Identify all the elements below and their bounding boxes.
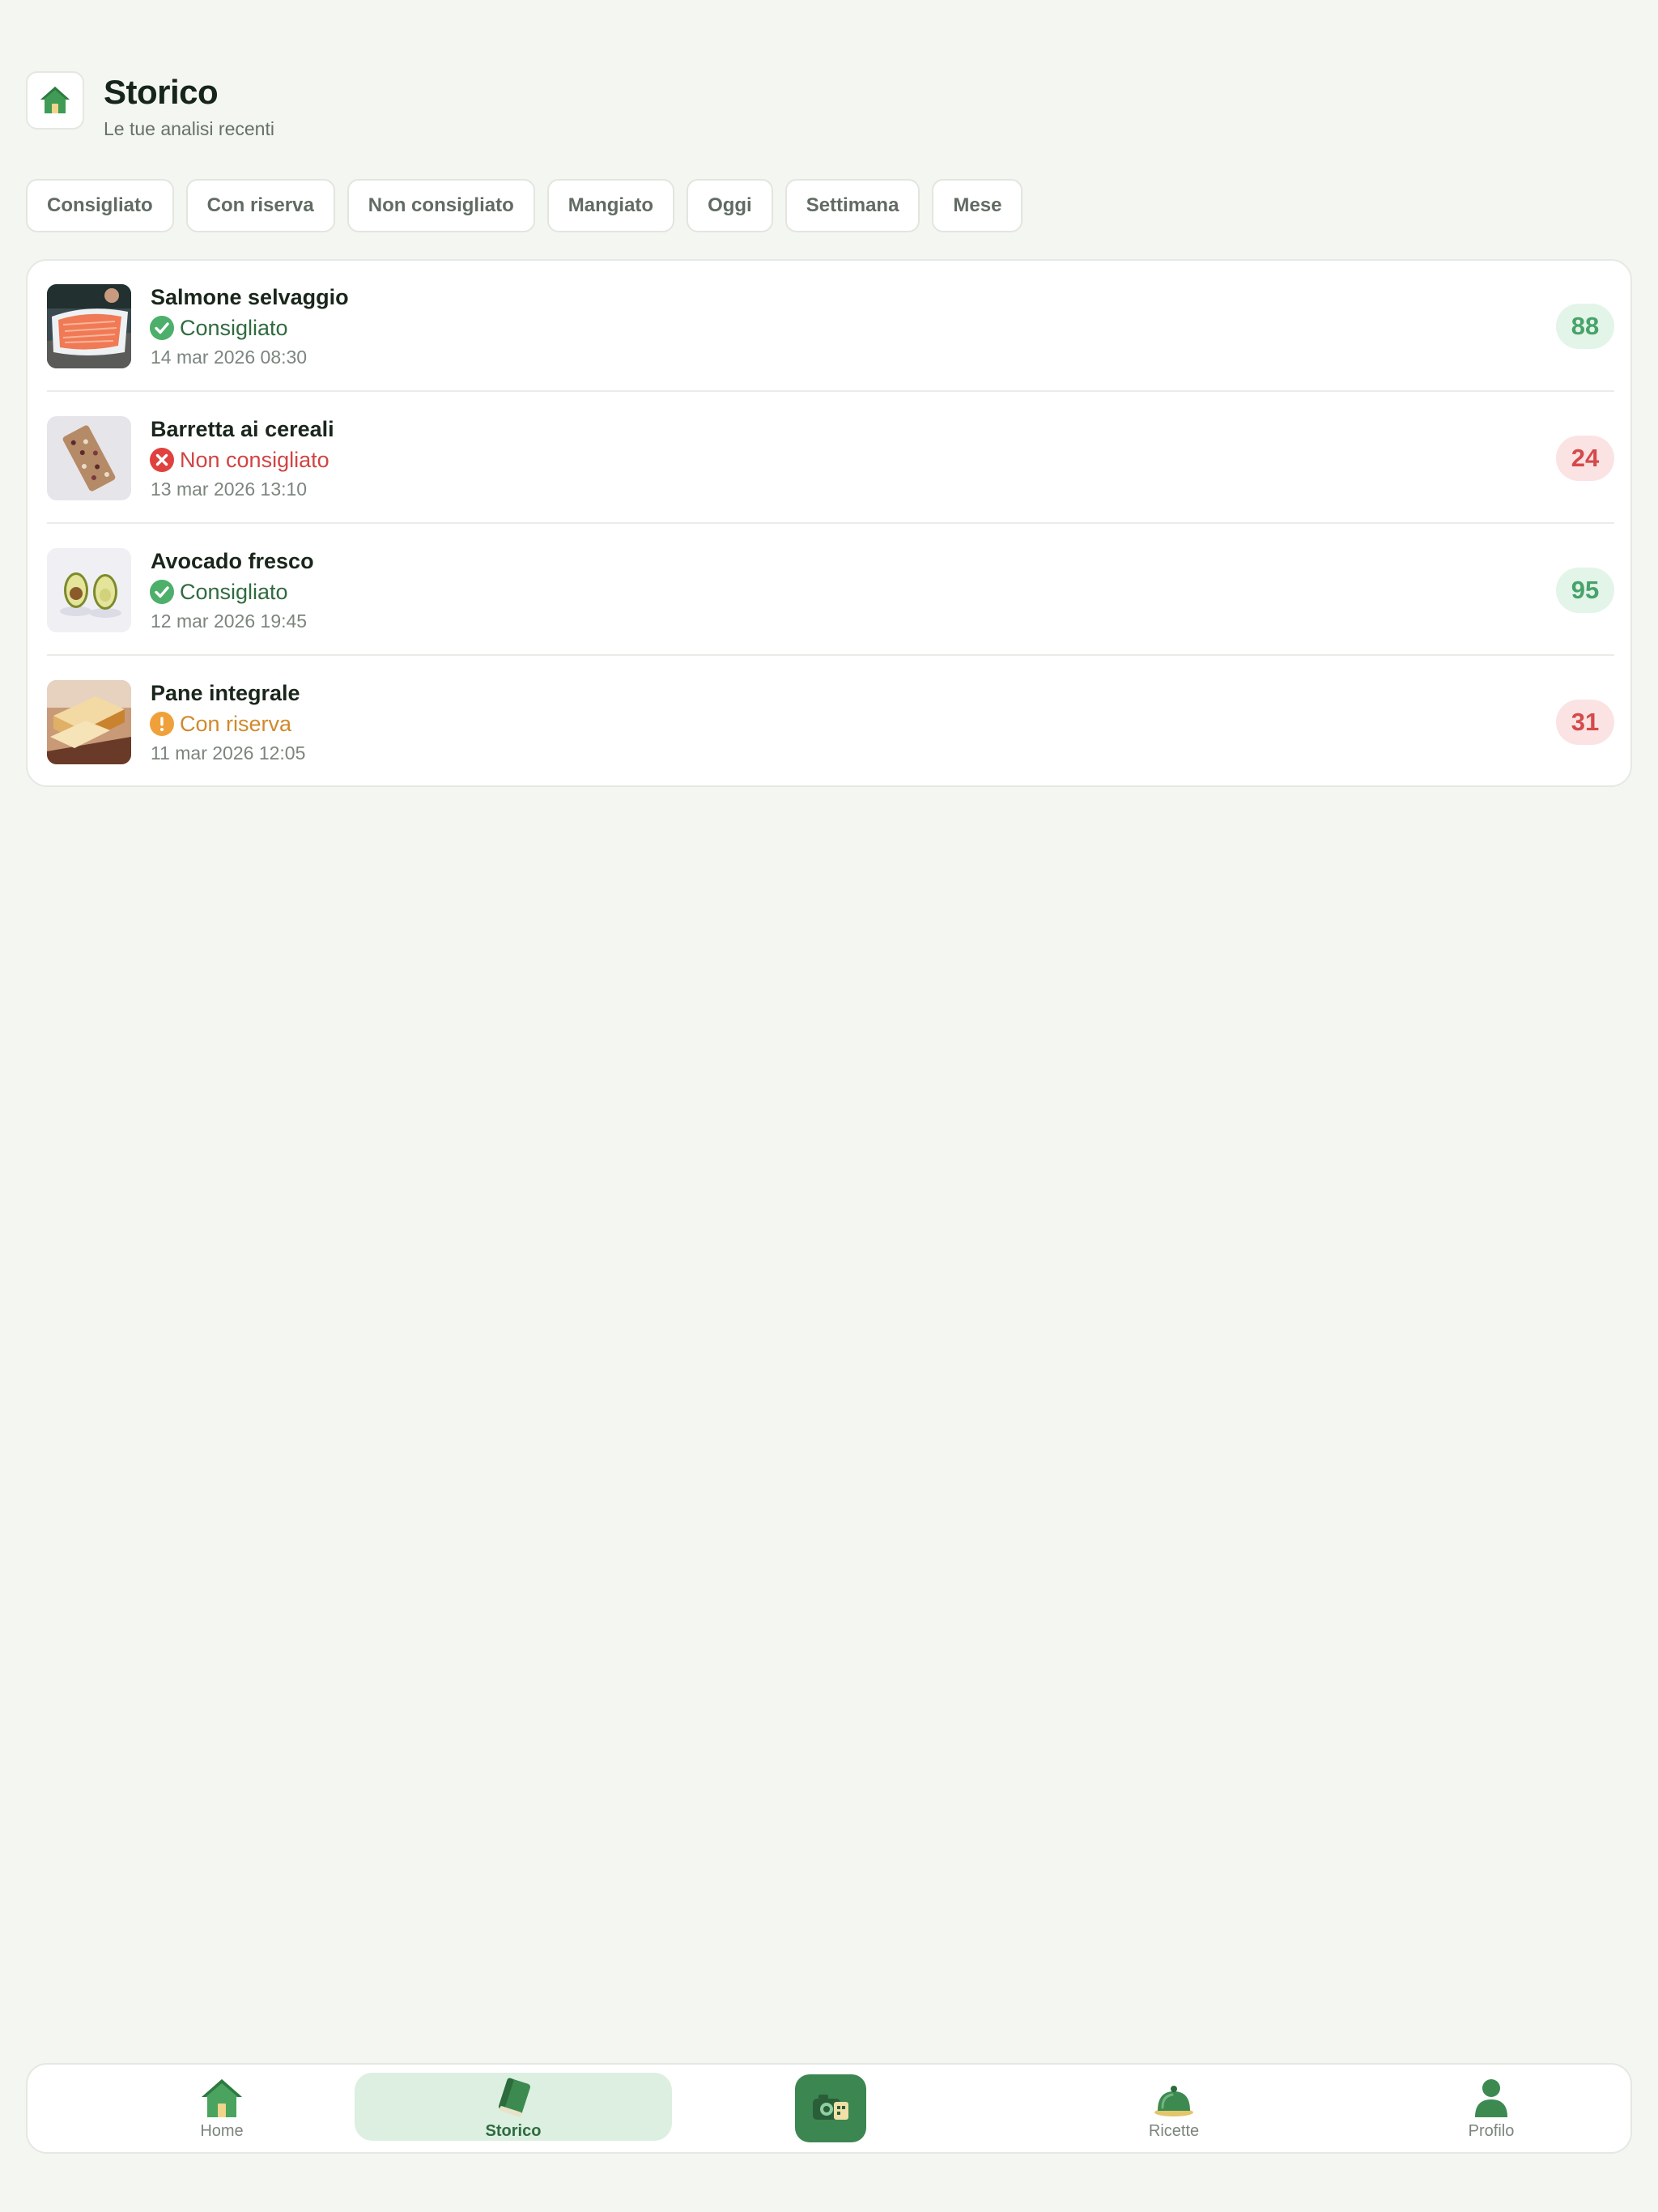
check-circle-icon [150, 580, 174, 604]
row-divider [47, 654, 1614, 656]
tab-storico[interactable]: Storico [355, 2073, 672, 2141]
scan-button[interactable] [795, 2074, 866, 2142]
score-badge: 24 [1556, 436, 1614, 481]
food-name: Pane integrale [151, 681, 300, 705]
list-item[interactable]: Barretta ai cereali Non consigliato 13 m… [47, 393, 1614, 524]
bread-thumbnail [47, 680, 131, 764]
cloche-icon [1154, 2086, 1193, 2116]
verdict-text: Non consigliato [180, 448, 329, 472]
analysis-date: 14 mar 2026 08:30 [151, 347, 308, 368]
analysis-date: 13 mar 2026 13:10 [151, 479, 308, 500]
page-header: Storico Le tue analisi recenti [26, 71, 274, 140]
verdict-text: Consigliato [180, 580, 288, 604]
tab-home[interactable]: Home [133, 2073, 311, 2141]
x-circle-icon [150, 448, 174, 472]
food-name: Salmone selvaggio [151, 285, 349, 309]
tab-ricette[interactable]: Ricette [1085, 2073, 1263, 2141]
row-divider [47, 522, 1614, 524]
history-list: Salmone selvaggio Consigliato 14 mar 202… [26, 259, 1632, 787]
score-badge: 31 [1556, 700, 1614, 745]
analysis-date: 12 mar 2026 19:45 [151, 610, 308, 632]
avocado-thumbnail [47, 548, 131, 632]
filter-chip-mangiato[interactable]: Mangiato [546, 179, 675, 232]
tab-label: Profilo [1468, 2122, 1515, 2140]
score-badge: 95 [1556, 568, 1614, 613]
list-item[interactable]: Salmone selvaggio Consigliato 14 mar 202… [47, 261, 1614, 392]
bottom-tab-bar: Home Storico Ricette Profilo [26, 2063, 1632, 2154]
home-button[interactable] [26, 71, 84, 130]
verdict-text: Consigliato [180, 316, 288, 340]
filter-chip-con-riserva[interactable]: Con riserva [185, 179, 335, 232]
house-icon [40, 87, 70, 113]
analysis-date: 11 mar 2026 12:05 [151, 742, 306, 764]
verdict-label: Consigliato [150, 578, 1556, 606]
verdict-label: Non consigliato [150, 446, 1556, 474]
food-name: Barretta ai cereali [151, 417, 334, 441]
page-subtitle: Le tue analisi recenti [104, 118, 274, 139]
food-name: Avocado fresco [151, 549, 314, 573]
verdict-text: Con riserva [180, 712, 292, 736]
cereal-bar-thumbnail [47, 416, 131, 500]
verdict-label: Consigliato [150, 314, 1556, 342]
person-icon [1475, 2079, 1507, 2117]
filter-chip-consigliato[interactable]: Consigliato [26, 179, 174, 232]
book-icon [498, 2078, 530, 2117]
filter-chip-oggi[interactable]: Oggi [687, 179, 773, 232]
camera-icon [813, 2095, 848, 2120]
filter-chip-non-consigliato[interactable]: Non consigliato [346, 179, 535, 232]
tab-profilo[interactable]: Profilo [1402, 2073, 1580, 2141]
tab-label: Home [200, 2122, 244, 2140]
verdict-label: Con riserva [150, 710, 1556, 738]
row-divider [47, 390, 1614, 392]
page-title: Storico [104, 73, 219, 111]
warning-circle-icon [150, 712, 174, 736]
score-badge: 88 [1556, 304, 1614, 349]
check-circle-icon [150, 316, 174, 340]
list-item[interactable]: Pane integrale Con riserva 11 mar 2026 1… [47, 657, 1614, 785]
filter-bar: Consigliato Con riserva Non consigliato … [26, 179, 1035, 232]
tab-label: Ricette [1148, 2122, 1200, 2140]
list-item[interactable]: Avocado fresco Consigliato 12 mar 2026 1… [47, 525, 1614, 656]
tab-label: Storico [485, 2122, 542, 2140]
filter-chip-settimana[interactable]: Settimana [784, 179, 920, 232]
house-icon [202, 2079, 242, 2117]
filter-chip-mese[interactable]: Mese [932, 179, 1023, 232]
salmon-thumbnail [47, 284, 131, 368]
